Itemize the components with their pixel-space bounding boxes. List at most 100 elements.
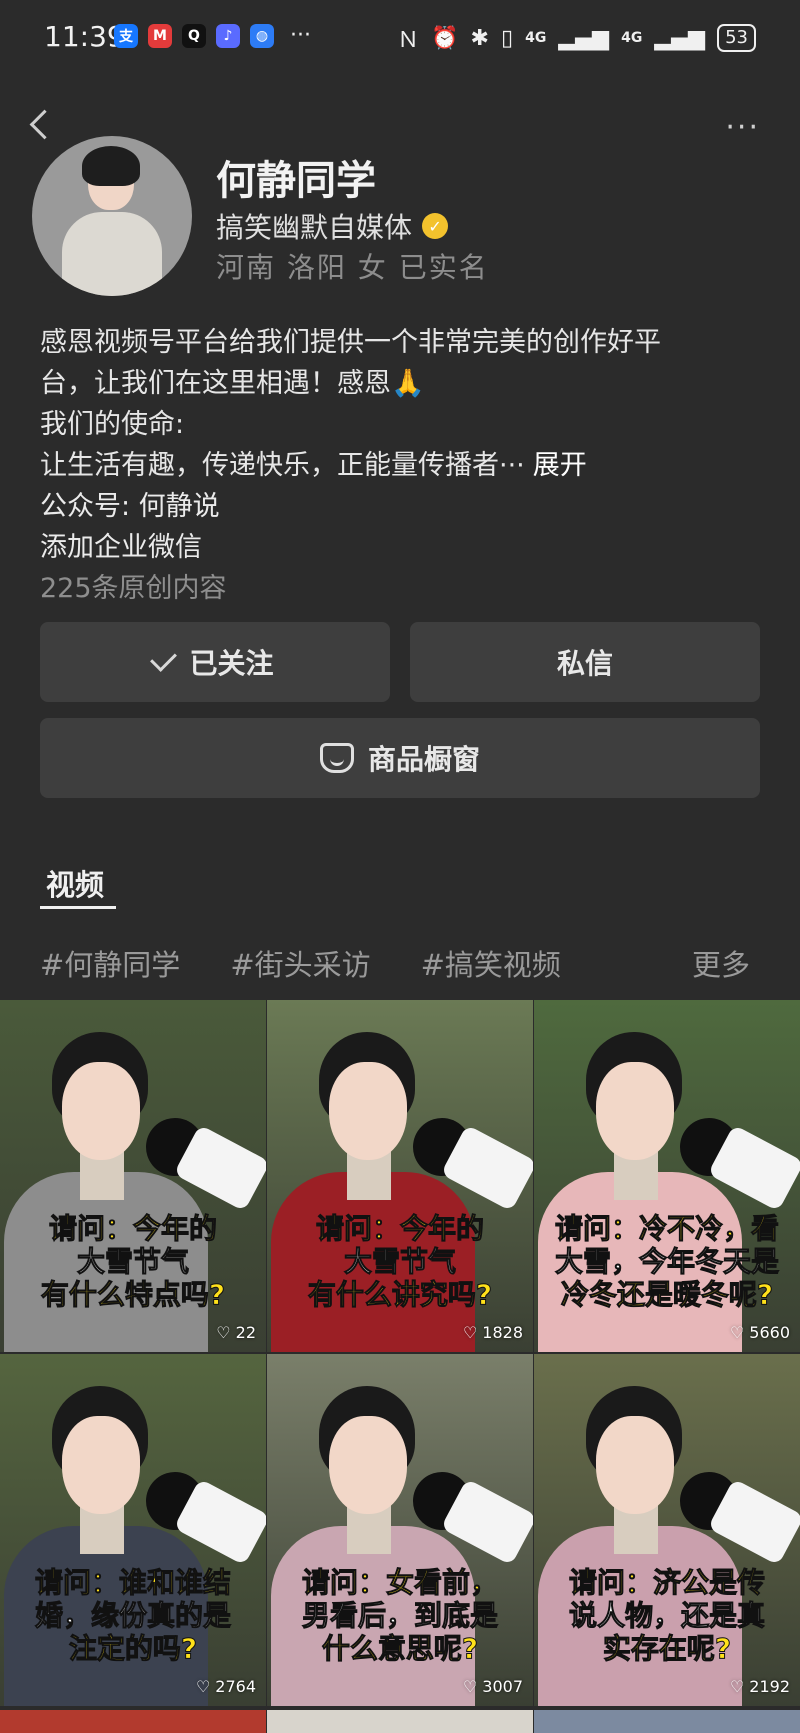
music-icon: ♪	[216, 24, 240, 48]
shop-window-button[interactable]: 商品橱窗	[40, 718, 760, 798]
follow-button[interactable]: 已关注	[40, 622, 390, 702]
video-caption: 请问：济公是传 说人物，还是真 实存在呢?	[538, 1566, 796, 1666]
profile-category: 搞笑幽默自媒体 ✓	[216, 206, 449, 246]
video-caption-line: 大雪节气	[76, 1245, 189, 1279]
video-caption-line: 说人物，还是真	[568, 1599, 765, 1633]
video-caption-line: 注定的吗?	[68, 1632, 198, 1666]
profile-category-label: 搞笑幽默自媒体	[216, 211, 413, 244]
video-tile[interactable]: 请问：谁和谁结 婚，缘份真的是 注定的吗? ♡ 2764	[0, 1354, 266, 1706]
follow-button-label: 已关注	[189, 647, 274, 680]
official-account-link[interactable]: 公众号: 何静说	[40, 486, 760, 527]
status-time: 11:39	[44, 20, 125, 53]
status-app-icons: 支 M Q ♪ ◍ ···	[114, 24, 311, 48]
alipay-icon: 支	[114, 24, 138, 48]
status-bar: 11:39 支 M Q ♪ ◍ ··· Ｎ ⏰ ✱ ▯ 4G ▂▄▆ 4G ▂▄…	[0, 0, 800, 78]
video-likes: ♡ 2764	[196, 1677, 256, 1696]
video-caption-line: 大雪，今年冬天是	[554, 1245, 779, 1279]
video-tile[interactable]: 请问：济公是传 说人物，还是真 实存在呢? ♡ 2192	[534, 1354, 800, 1706]
video-likes: ♡ 2192	[730, 1677, 790, 1696]
alarm-icon: ⏰	[431, 25, 459, 51]
heart-icon: ♡	[216, 1323, 231, 1342]
video-caption: 请问：女看前， 男看后，到底是 什么意思呢?	[271, 1566, 529, 1666]
video-caption-line: 请问：今年的	[48, 1212, 217, 1246]
video-tile[interactable]: 请问：冷不冷，看 大雪，今年冬天是 冷冬还是暖冬呢? ♡ 5660	[534, 1000, 800, 1352]
hashtag-item[interactable]: #何静同学	[40, 942, 180, 984]
video-caption-line: 冷冬还是暖冬呢?	[560, 1278, 774, 1312]
video-likes: ♡ 3007	[463, 1677, 523, 1696]
hashtag-item[interactable]: #搞笑视频	[421, 942, 561, 984]
qq-icon: Q	[182, 24, 206, 48]
message-button-label: 私信	[556, 647, 613, 680]
signal-icon: ▂▄▆	[558, 25, 610, 51]
video-caption-line: 男看后，到底是	[301, 1599, 498, 1633]
system-icons: Ｎ ⏰ ✱ ▯ 4G ▂▄▆ 4G ▂▄▆ 53	[397, 22, 756, 54]
profile-name: 何静同学	[216, 158, 376, 204]
verified-badge-icon: ✓	[422, 213, 449, 239]
hashtag-bar: #何静同学 #街头采访 #搞笑视频 更多	[40, 942, 760, 984]
video-caption-line: 实存在呢?	[602, 1632, 732, 1666]
tab-video[interactable]: 视频	[46, 862, 104, 904]
video-likes: ♡ 5660	[730, 1323, 790, 1342]
check-icon	[150, 644, 178, 672]
add-wechat-work-link[interactable]: 添加企业微信	[40, 527, 760, 568]
profile-bio: 感恩视频号平台给我们提供一个非常完美的创作好平 台，让我们在这里相遇！感恩🙏 我…	[40, 322, 760, 609]
video-caption-line: 请问：谁和谁结	[34, 1566, 231, 1600]
bio-line-2: 台，让我们在这里相遇！感恩🙏	[40, 368, 425, 399]
video-likes: ♡ 1828	[463, 1323, 523, 1342]
bluetooth-icon: ✱	[470, 25, 489, 51]
hashtag-item[interactable]: #街头采访	[230, 942, 370, 984]
nfc-icon: Ｎ	[397, 28, 420, 53]
video-tile[interactable]: 请问：今年的 大雪节气 有什么特点吗? ♡ 22	[0, 1000, 266, 1352]
profile-location: 河南 洛阳 女 已实名	[216, 251, 489, 284]
video-like-count: 5660	[749, 1323, 790, 1342]
back-button[interactable]	[26, 104, 56, 144]
metro-icon: M	[148, 24, 172, 48]
bio-line-4: 让生活有趣，传递快乐，正能量传播者··· 展开	[40, 445, 760, 486]
video-likes: ♡ 22	[216, 1323, 256, 1342]
video-tile[interactable]: 请问：今年的 大雪节气 有什么讲究吗? ♡ 1828	[267, 1000, 533, 1352]
original-content-count: 225条原创内容	[40, 573, 227, 604]
video-caption-line: 有什么讲究吗?	[307, 1278, 493, 1312]
heart-icon: ♡	[462, 1677, 478, 1696]
video-caption-line: 请问：济公是传	[568, 1566, 765, 1600]
shop-icon	[319, 743, 354, 773]
status-more-icon: ···	[290, 23, 311, 48]
video-like-count: 2192	[749, 1677, 790, 1696]
signal-icon-2: ▂▄▆	[654, 25, 706, 51]
bio-line-1: 感恩视频号平台给我们提供一个非常完美的创作好平	[40, 327, 661, 358]
expand-bio-link[interactable]: 展开	[533, 450, 587, 481]
tab-active-indicator	[40, 906, 116, 909]
heart-icon: ♡	[462, 1323, 478, 1342]
video-like-count: 1828	[482, 1323, 523, 1342]
shop-window-label: 商品橱窗	[367, 743, 480, 776]
video-caption-line: 婚，缘份真的是	[34, 1599, 231, 1633]
more-options-button[interactable]: ···	[725, 110, 760, 145]
network-4g-icon-2: 4G	[621, 30, 643, 46]
video-tile[interactable]: 请问：女看前， 男看后，到底是 什么意思呢? ♡ 3007	[267, 1354, 533, 1706]
bio-line-4-text: 让生活有趣，传递快乐，正能量传播者···	[40, 450, 525, 481]
video-caption-line: 请问：女看前，	[301, 1566, 498, 1600]
heart-icon: ♡	[729, 1323, 745, 1342]
heart-icon: ♡	[195, 1677, 211, 1696]
heart-icon: ♡	[729, 1677, 745, 1696]
bio-line-3: 我们的使命:	[40, 409, 185, 440]
video-caption-line: 有什么特点吗?	[40, 1278, 226, 1312]
avatar[interactable]	[32, 136, 192, 296]
hashtag-more-link[interactable]: 更多	[692, 942, 750, 984]
video-like-count: 2764	[215, 1677, 256, 1696]
bulb-icon: ◍	[250, 24, 274, 48]
vibrate-icon: ▯	[500, 25, 514, 51]
video-caption: 请问：今年的 大雪节气 有什么特点吗?	[4, 1212, 262, 1312]
network-4g-icon: 4G	[525, 30, 547, 46]
video-caption: 请问：谁和谁结 婚，缘份真的是 注定的吗?	[4, 1566, 262, 1666]
video-caption-line: 请问：今年的	[315, 1212, 484, 1246]
video-caption-line: 请问：冷不冷，看	[554, 1212, 779, 1246]
video-like-count: 3007	[482, 1677, 523, 1696]
video-caption: 请问：今年的 大雪节气 有什么讲究吗?	[271, 1212, 529, 1312]
battery-indicator: 53	[717, 24, 756, 52]
next-row-partial	[0, 1710, 800, 1733]
video-grid: 请问：今年的 大雪节气 有什么特点吗? ♡ 22 请问：今年的 大雪节气 有什么…	[0, 1000, 800, 1706]
message-button[interactable]: 私信	[410, 622, 760, 702]
video-like-count: 22	[235, 1323, 256, 1342]
video-caption-line: 大雪节气	[343, 1245, 456, 1279]
